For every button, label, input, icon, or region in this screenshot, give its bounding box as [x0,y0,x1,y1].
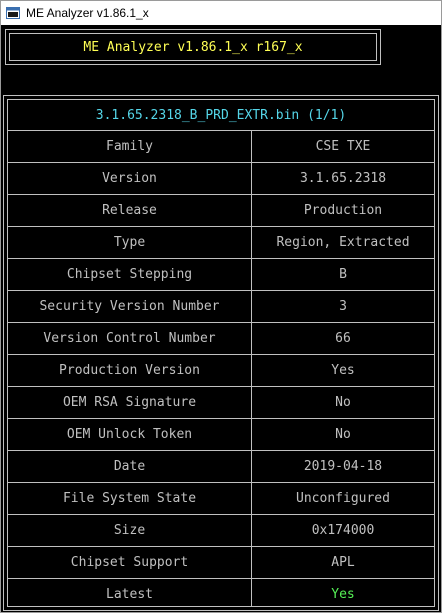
row-label: Type [113,235,146,250]
row-value: Production [303,203,383,218]
title-bar[interactable]: ME Analyzer v1.86.1_x [1,1,441,25]
row-value: APL [331,555,355,570]
row-label: Latest [106,587,153,602]
row-value: 0x174000 [311,523,375,538]
table-row: Chipset Support APL [8,547,434,579]
row-label: Version Control Number [43,331,216,346]
table-row: Family CSE TXE [8,131,434,163]
row-value: 66 [335,331,351,346]
row-value: Unconfigured [296,491,390,506]
row-value: 3.1.65.2318 [299,171,387,186]
table-row: Security Version Number 3 [8,291,434,323]
row-label: Family [106,139,153,154]
row-value: Region, Extracted [276,235,410,250]
table-row: Date 2019-04-18 [8,451,434,483]
app-window: ME Analyzer v1.86.1_x ME Analyzer v1.86.… [0,0,442,613]
row-value: CSE TXE [315,139,371,154]
header-box: ME Analyzer v1.86.1_x r167_x [5,29,381,65]
table-row: Size 0x174000 [8,515,434,547]
row-value: 3 [339,299,347,314]
row-value: Yes [331,587,355,602]
row-label: Release [102,203,157,218]
row-label: Chipset Support [70,555,189,570]
row-label: Size [113,523,146,538]
row-label: Security Version Number [39,299,220,314]
row-label: OEM RSA Signature [62,395,197,410]
table-row: Type Region, Extracted [8,227,434,259]
row-label: File System State [62,491,197,506]
app-console-icon [6,7,20,19]
table-row: Chipset Stepping B [8,259,434,291]
window-title: ME Analyzer v1.86.1_x [26,6,149,20]
console-area: ME Analyzer v1.86.1_x r167_x 3.1.65.2318… [1,25,441,612]
row-value: B [339,267,347,282]
row-label: OEM Unlock Token [66,427,193,442]
table-rows: Family CSE TXE Version 3.1.65.2318 Release Pr… [8,131,434,610]
header-inner-border: ME Analyzer v1.86.1_x r167_x [9,33,377,61]
table-row: Version 3.1.65.2318 [8,163,434,195]
row-label: Version [102,171,157,186]
row-value: Yes [331,363,355,378]
info-table-inner: 3.1.65.2318_B_PRD_EXTR.bin (1/1) Family C… [7,99,435,607]
info-table: 3.1.65.2318_B_PRD_EXTR.bin (1/1) Family C… [3,95,439,611]
row-label: Date [113,459,146,474]
table-row: OEM RSA Signature No [8,387,434,419]
file-title: 3.1.65.2318_B_PRD_EXTR.bin (1/1) [8,100,434,131]
table-row: Release Production [8,195,434,227]
table-row: File System State Unconfigured [8,483,434,515]
table-row: Production Version Yes [8,355,434,387]
row-value: No [335,427,351,442]
header-title: ME Analyzer v1.86.1_x r167_x [83,39,303,55]
row-value: No [335,395,351,410]
table-row: OEM Unlock Token No [8,419,434,451]
table-row: Latest Yes [8,579,434,610]
row-label: Chipset Stepping [66,267,193,282]
row-label: Production Version [59,363,200,378]
row-value: 2019-04-18 [303,459,383,474]
table-row: Version Control Number 66 [8,323,434,355]
